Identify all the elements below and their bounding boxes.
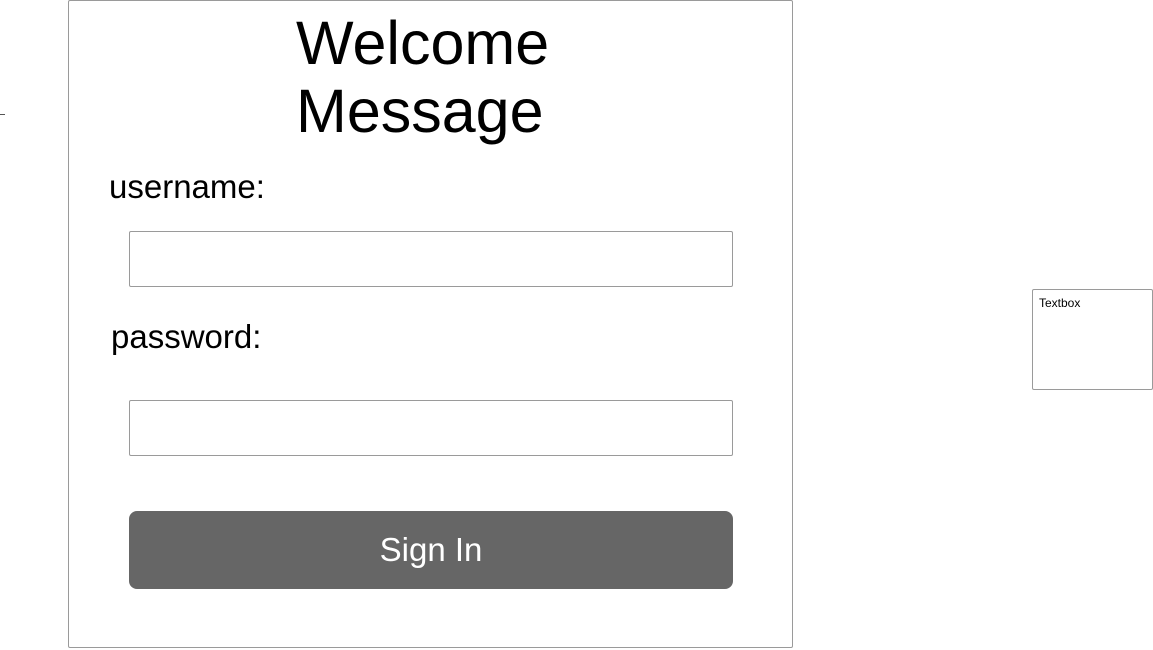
textbox-widget[interactable]: Textbox [1032,289,1153,390]
password-label: password: [111,318,262,355]
username-input[interactable] [129,231,733,287]
username-label: username: [109,168,265,205]
textbox-widget-label: Textbox [1039,296,1081,310]
sign-in-button[interactable]: Sign In [129,511,733,589]
stray-line-mark [0,114,5,115]
welcome-title: Welcome Message [296,9,550,145]
login-panel: Welcome Message username: password: Sign… [68,0,793,648]
password-input[interactable] [129,400,733,456]
